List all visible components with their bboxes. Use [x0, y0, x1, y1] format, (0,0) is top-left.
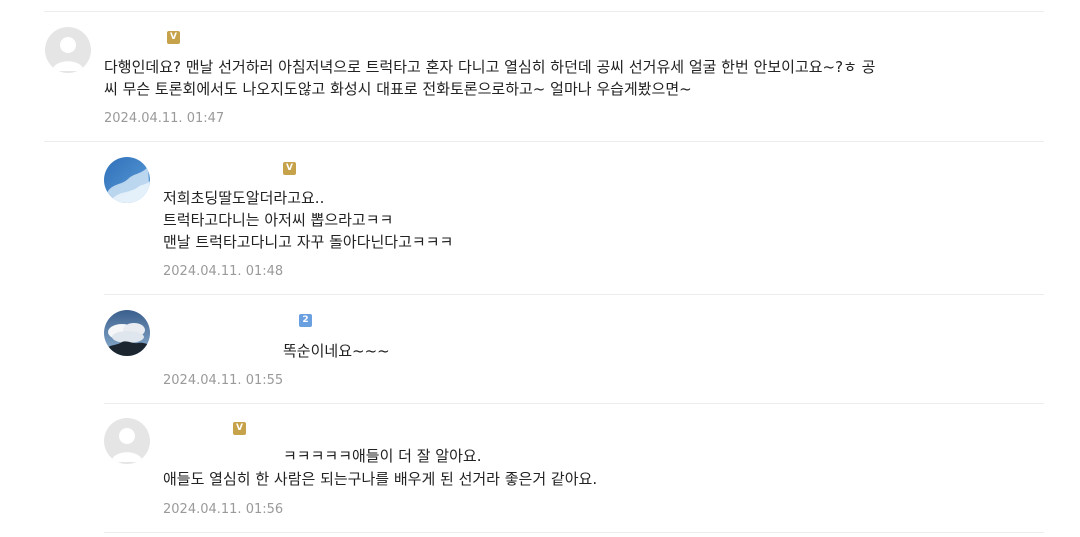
profile-avatar[interactable]: [104, 310, 150, 356]
user-silhouette-icon: [111, 428, 143, 462]
member-grade-badge: 2: [299, 314, 312, 327]
profile-avatar[interactable]: [104, 157, 150, 203]
user-silhouette-icon: [52, 37, 84, 71]
reply-date: 2024.04.11. 01:56: [163, 502, 284, 517]
comment-text: 다행인데요? 맨날 선거하러 아침저녁으로 트럭타고 혼자 다니고 열심히 하던…: [104, 58, 876, 76]
cloud-photo-avatar-icon: [104, 310, 150, 356]
member-grade-badge: V: [283, 162, 296, 175]
default-avatar[interactable]: [45, 27, 91, 73]
reply-text: 트럭타고다니는 아저씨 뽑으라고ㅋㅋ: [163, 211, 394, 229]
reply-text: 맨날 트럭타고다니고 자꾸 돌아다닌다고ㅋㅋㅋ: [163, 233, 454, 251]
reply-text: 똑순이네요~~~: [283, 342, 390, 360]
sky-photo-avatar-icon: [104, 157, 150, 203]
reply-date: 2024.04.11. 01:55: [163, 373, 284, 388]
comment-date: 2024.04.11. 01:47: [104, 111, 225, 126]
reply-date: 2024.04.11. 01:48: [163, 264, 284, 279]
divider: [44, 11, 1044, 12]
comment-text: 씨 무슨 토론회에서도 나오지도않고 화성시 대표로 전화토론으로하고~ 얼마나…: [104, 80, 692, 98]
reply-text: 저희초딩딸도알더라고요..: [163, 189, 325, 207]
divider: [104, 532, 1044, 533]
divider: [44, 141, 1044, 142]
default-avatar[interactable]: [104, 418, 150, 464]
member-grade-badge: V: [167, 31, 180, 44]
reply-text: 애들도 열심히 한 사람은 되는구나를 배우게 된 선거라 좋은거 같아요.: [163, 470, 598, 488]
divider: [104, 294, 1044, 295]
member-grade-badge: V: [233, 422, 246, 435]
divider: [104, 403, 1044, 404]
reply-text: ㅋㅋㅋㅋㅋ애들이 더 잘 알아요.: [283, 447, 482, 465]
